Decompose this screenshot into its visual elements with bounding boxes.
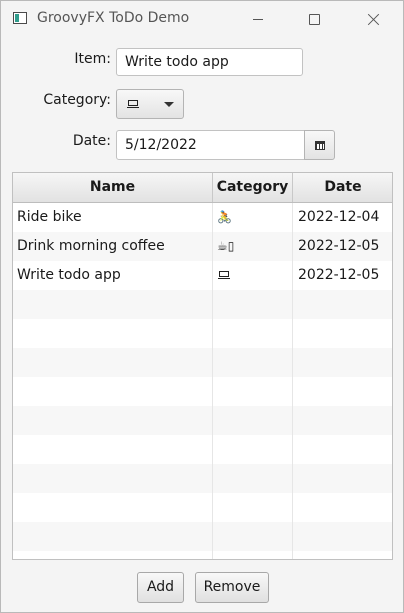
empty-row [13, 464, 392, 493]
maximize-icon [308, 13, 320, 25]
table-body: Ride bike 🚴 2022-12-04 Drink morning cof… [13, 203, 392, 559]
coffee-icon: ☕▯ [213, 232, 293, 261]
column-header-date[interactable]: Date [293, 173, 392, 202]
column-header-category[interactable]: Category [213, 173, 293, 202]
calendar-icon [315, 141, 325, 150]
title-bar: GroovyFX ToDo Demo [1, 1, 403, 37]
empty-row [13, 435, 392, 464]
empty-row [13, 493, 392, 522]
cell-date: 2022-12-05 [298, 267, 380, 283]
item-label: Item: [74, 51, 111, 67]
empty-row [13, 522, 392, 551]
app-icon [13, 12, 27, 24]
minimize-button[interactable] [235, 1, 281, 37]
cell-date: 2022-12-04 [298, 209, 380, 225]
table-header: Name Category Date [13, 173, 392, 203]
category-select[interactable] [116, 89, 184, 119]
empty-row [13, 551, 392, 559]
laptop-icon [127, 100, 139, 108]
chevron-down-icon [164, 102, 174, 107]
empty-row [13, 406, 392, 435]
window-title: GroovyFX ToDo Demo [37, 10, 190, 26]
cell-name: Drink morning coffee [13, 232, 213, 261]
empty-row [13, 377, 392, 406]
minimize-icon [253, 18, 263, 20]
category-label: Category: [43, 92, 111, 108]
date-picker-button[interactable] [304, 130, 335, 160]
cell-name: Write todo app [13, 261, 213, 290]
cell-date: 2022-12-05 [298, 238, 380, 254]
date-label: Date: [72, 133, 111, 149]
bicycle-icon: 🚴 [213, 203, 293, 232]
table-row[interactable]: Drink morning coffee ☕▯ 2022-12-05 [13, 232, 392, 261]
table-row[interactable]: Ride bike 🚴 2022-12-04 [13, 203, 392, 232]
add-button[interactable]: Add [137, 572, 184, 603]
maximize-button[interactable] [291, 1, 337, 37]
item-input[interactable]: Write todo app [116, 48, 303, 76]
empty-row [13, 319, 392, 348]
empty-row [13, 290, 392, 319]
cell-category [213, 261, 293, 290]
column-header-name[interactable]: Name [13, 173, 213, 202]
todo-table[interactable]: Name Category Date Ride bike 🚴 2022-12-0… [12, 172, 393, 560]
close-icon [367, 13, 380, 26]
remove-button[interactable]: Remove [195, 572, 269, 603]
date-input[interactable]: 5/12/2022 [116, 130, 305, 160]
empty-row [13, 348, 392, 377]
cell-name: Ride bike [13, 203, 213, 232]
table-row[interactable]: Write todo app 2022-12-05 [13, 261, 392, 290]
close-button[interactable] [350, 1, 396, 37]
laptop-icon [218, 271, 230, 279]
app-window: GroovyFX ToDo Demo Item: Write todo app … [0, 0, 404, 613]
